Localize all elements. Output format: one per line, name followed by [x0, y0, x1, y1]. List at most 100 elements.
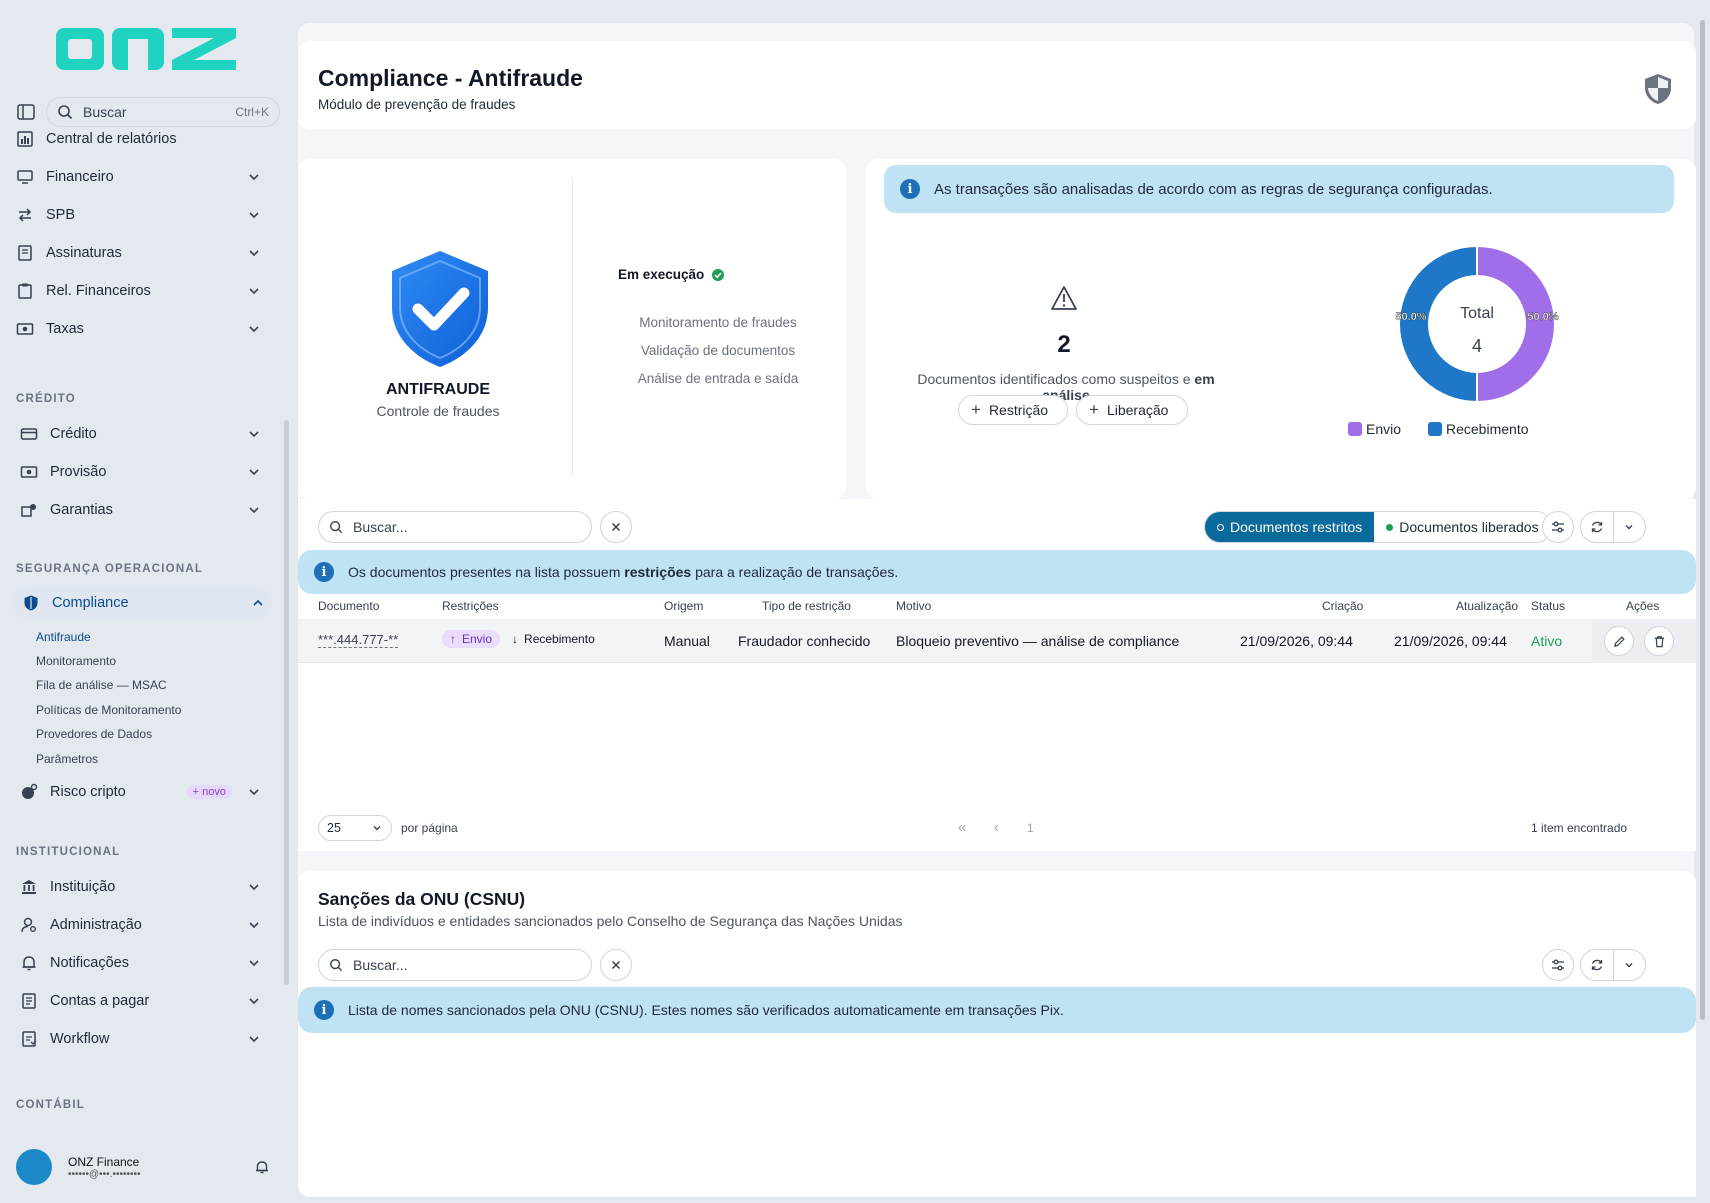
sidebar-item-contas-pagar[interactable]: Contas a pagar [20, 984, 268, 1018]
plus-icon: + [971, 400, 981, 419]
shield-icon [24, 595, 38, 611]
tab-documentos-liberados[interactable]: Documentos liberados [1374, 512, 1551, 542]
legend-swatch [1428, 422, 1442, 436]
restriction-envio-tag: ↑ Envio [442, 630, 501, 648]
sidebar-subitem-politicas[interactable]: Políticas de Monitoramento [36, 703, 181, 717]
sidebar-item-taxas[interactable]: Taxas [16, 312, 268, 346]
sidebar-subitem-parametros[interactable]: Parâmetros [36, 752, 98, 766]
sidebar-subitem-provedores[interactable]: Provedores de Dados [36, 727, 152, 741]
page-scrollbar[interactable] [1700, 20, 1705, 1020]
sidebar-subitem-monitoramento[interactable]: Monitoramento [36, 654, 116, 668]
suspicious-count: 2 [1057, 331, 1071, 358]
page-title: Compliance - Antifraude [318, 65, 583, 91]
check-circle-icon [712, 268, 725, 281]
row-documento[interactable]: ***.444.777-** [318, 633, 399, 648]
antifraude-card: ANTIFRAUDE Controle de fraudes Em execuç… [298, 159, 846, 499]
refresh-button[interactable] [1581, 512, 1613, 542]
documents-search-input[interactable]: Buscar... [318, 511, 592, 543]
sidebar-item-financeiro[interactable]: Financeiro [16, 160, 268, 194]
per-page-label: por página [401, 821, 458, 835]
refresh-button[interactable] [1581, 950, 1613, 980]
page-size-select[interactable]: 25 [318, 815, 392, 841]
sidebar-item-compliance[interactable]: Compliance [12, 586, 272, 620]
sidebar-item-assinaturas[interactable]: Assinaturas [16, 236, 268, 270]
col-restricoes[interactable]: Restrições [442, 599, 499, 613]
col-status[interactable]: Status [1531, 599, 1565, 613]
add-restricao-button[interactable]: + Restrição [958, 395, 1068, 425]
table-header: Documento Restrições Origem Tipo de rest… [298, 599, 1696, 619]
sanctions-search-input[interactable]: Buscar... [318, 949, 592, 981]
sidebar-item-risco-cripto[interactable]: Risco cripto + novo [20, 775, 268, 809]
bell-icon[interactable] [254, 1159, 270, 1175]
user-name: ONZ Finance [68, 1154, 140, 1169]
avatar[interactable] [16, 1149, 52, 1185]
sidebar: Buscar Ctrl+K Central de relatórios Fina… [0, 0, 289, 1203]
feature-list: Monitoramento de fraudes Validação de do… [588, 315, 848, 399]
col-origem[interactable]: Origem [664, 599, 703, 613]
row-motivo: Bloqueio preventivo — análise de complia… [896, 633, 1180, 649]
collateral-icon [21, 504, 36, 517]
col-motivo[interactable]: Motivo [896, 599, 931, 613]
row-status: Ativo [1531, 633, 1563, 649]
sidebar-item-provisao[interactable]: Provisão [20, 455, 268, 489]
clear-search-button[interactable] [600, 511, 632, 543]
sidebar-toggle-icon[interactable] [16, 102, 36, 122]
delete-button[interactable] [1644, 626, 1674, 656]
section-contabil: CONTÁBIL [16, 1099, 86, 1111]
sidebar-item-central-relatorios[interactable]: Central de relatórios [16, 122, 268, 156]
crypto-globe-icon [22, 783, 38, 799]
chart-center-label: Total [1460, 305, 1494, 322]
donut-hole [1430, 277, 1524, 371]
onz-logo[interactable] [54, 20, 238, 81]
sidebar-item-garantias[interactable]: Garantias [20, 493, 268, 527]
legend-envio[interactable]: Envio [1348, 421, 1401, 437]
col-criacao[interactable]: Criação [1322, 599, 1363, 613]
filter-button[interactable] [1542, 949, 1574, 981]
user-email: ••••••@•••.•••••••• [68, 1168, 141, 1180]
legend-recebimento[interactable]: Recebimento [1428, 421, 1529, 437]
page-number[interactable]: 1 [1027, 821, 1034, 835]
col-tipo-restricao[interactable]: Tipo de restrição [762, 599, 851, 613]
summary-card: i As transações são analisadas de acordo… [866, 159, 1696, 499]
sidebar-scrollbar[interactable] [284, 420, 289, 985]
col-documento[interactable]: Documento [318, 599, 379, 613]
sidebar-item-notificacoes[interactable]: Notificações [20, 946, 268, 980]
divider [572, 179, 573, 475]
sidebar-item-spb[interactable]: SPB [16, 198, 268, 232]
prev-page-button[interactable]: ‹ [994, 819, 999, 836]
refresh-options-button[interactable] [1613, 950, 1645, 980]
refresh-options-button[interactable] [1613, 512, 1645, 542]
antifraude-title: ANTIFRAUDE [386, 381, 490, 398]
page-subtitle: Módulo de prevenção de fraudes [318, 97, 516, 112]
legend-swatch [1348, 422, 1362, 436]
edit-button[interactable] [1604, 626, 1634, 656]
sidebar-subitem-antifraude[interactable]: Antifraude [36, 630, 91, 644]
restriction-info-banner: i Os documentos presentes na lista possu… [298, 550, 1696, 594]
user-profile[interactable]: ONZ Finance ••••••@•••.•••••••• [16, 1148, 278, 1186]
add-liberacao-button[interactable]: + Liberação [1076, 395, 1188, 425]
first-page-button[interactable]: « [958, 819, 966, 836]
feature-item: Análise de entrada e saída [637, 371, 799, 386]
refresh-icon [1591, 959, 1602, 971]
chevron-down-icon [249, 1036, 259, 1043]
sidebar-item-instituicao[interactable]: Instituição [20, 870, 268, 904]
col-atualizacao[interactable]: Atualização [1456, 599, 1518, 613]
page-header: Compliance - Antifraude Módulo de preven… [298, 41, 1696, 129]
filter-button[interactable] [1542, 511, 1574, 543]
table-row[interactable]: ***.444.777-** ↑ Envio ↓ Recebimento Manua… [298, 619, 1696, 663]
user-admin-icon [21, 917, 36, 933]
sidebar-item-workflow[interactable]: Workflow [20, 1022, 268, 1056]
section-credito: CRÉDITO [16, 393, 76, 405]
tab-documentos-restritos[interactable]: Documentos restritos [1205, 512, 1375, 542]
chevron-down-icon [249, 326, 259, 333]
arrow-down-icon: ↓ [512, 632, 519, 646]
info-banner: i As transações são analisadas de acordo… [884, 165, 1674, 213]
chevron-down-icon [249, 431, 259, 438]
sidebar-item-administracao[interactable]: Administração [20, 908, 268, 942]
finance-monitor-icon [17, 170, 33, 184]
sidebar-item-rel-financeiros[interactable]: Rel. Financeiros [16, 274, 268, 308]
sidebar-subitem-fila-msac[interactable]: Fila de análise — MSAC [36, 678, 167, 692]
sidebar-item-credito[interactable]: Crédito [20, 417, 268, 451]
info-icon: i [900, 179, 920, 199]
clear-search-button[interactable] [600, 949, 632, 981]
